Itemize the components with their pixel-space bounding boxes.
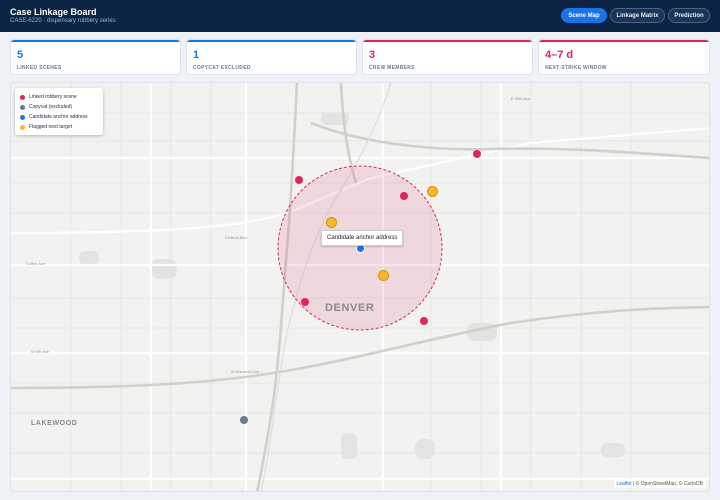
legend-dot-icon <box>20 124 25 130</box>
flagged-target-marker[interactable] <box>378 270 389 281</box>
kpi-linked-scenes: 5 LINKED SCENES <box>10 39 181 75</box>
legend-label: Flagged next target <box>29 124 73 130</box>
kpi-label: CREW MEMBERS <box>369 65 415 71</box>
kpi-accent-bar <box>363 40 532 42</box>
flagged-target-marker[interactable] <box>326 217 337 228</box>
anchor-radius-circle <box>277 165 443 331</box>
legend-dot-icon <box>20 94 25 100</box>
robbery-scene-marker[interactable] <box>473 150 481 158</box>
tab-linkage-matrix[interactable]: Linkage Matrix <box>610 8 665 23</box>
robbery-scene-marker[interactable] <box>420 317 428 325</box>
robbery-scene-marker[interactable] <box>301 298 309 306</box>
tab-scene-map[interactable]: Scene Map <box>561 8 607 23</box>
kpi-label: LINKED SCENES <box>17 65 62 71</box>
kpi-value: 3 <box>369 49 376 61</box>
kpi-label: COPYCAT EXCLUDED <box>193 65 251 71</box>
legend-label: Linked robbery scene <box>29 94 77 100</box>
kpi-accent-bar <box>11 40 180 42</box>
legend-item: Flagged next target <box>20 122 98 132</box>
kpi-value: 1 <box>193 49 200 61</box>
kpi-accent-bar <box>539 40 709 42</box>
kpi-value: 4–7 d <box>545 49 574 61</box>
kpi-value: 5 <box>17 49 24 61</box>
app-title: Case Linkage Board <box>10 7 97 17</box>
map-attribution: Leaflet | © OpenStreetMap, © CartoDB <box>613 480 706 488</box>
robbery-scene-marker[interactable] <box>295 176 303 184</box>
leaflet-link[interactable]: Leaflet <box>617 481 632 487</box>
legend-label: Candidate anchor address <box>29 114 88 120</box>
tab-prediction[interactable]: Prediction <box>668 8 710 23</box>
kpi-next-strike-window: 4–7 d NEXT-STRIKE WINDOW <box>538 39 710 75</box>
legend-dot-icon <box>20 104 25 110</box>
app-header: Case Linkage Board CASE-6220 · dispensar… <box>0 0 720 32</box>
area-label: LAKEWOOD <box>31 420 78 427</box>
legend-item: Candidate anchor address <box>20 112 98 122</box>
case-subtitle: CASE-6220 · dispensary robbery series <box>10 18 116 24</box>
kpi-accent-bar <box>187 40 356 42</box>
copycat-marker[interactable] <box>240 416 248 424</box>
legend-item: Copycat (excluded) <box>20 102 98 112</box>
kpi-label: NEXT-STRIKE WINDOW <box>545 65 607 71</box>
attribution-text: | © OpenStreetMap, © CartoDB <box>631 481 703 487</box>
legend-label: Copycat (excluded) <box>29 104 73 110</box>
flagged-target-marker[interactable] <box>427 186 438 197</box>
kpi-copycat-excluded: 1 COPYCAT EXCLUDED <box>186 39 357 75</box>
city-label: DENVER <box>325 302 375 314</box>
kpi-crew-members: 3 CREW MEMBERS <box>362 39 533 75</box>
anchor-tooltip: Candidate anchor address <box>321 230 404 246</box>
map-legend: Linked robbery scene Copycat (excluded) … <box>15 88 103 135</box>
robbery-scene-marker[interactable] <box>400 192 408 200</box>
legend-item: Linked robbery scene <box>20 92 98 102</box>
legend-dot-icon <box>20 114 25 120</box>
scene-map[interactable]: Colfax Ave W 6th Ave W Alameda Ave E 40t… <box>10 82 710 492</box>
